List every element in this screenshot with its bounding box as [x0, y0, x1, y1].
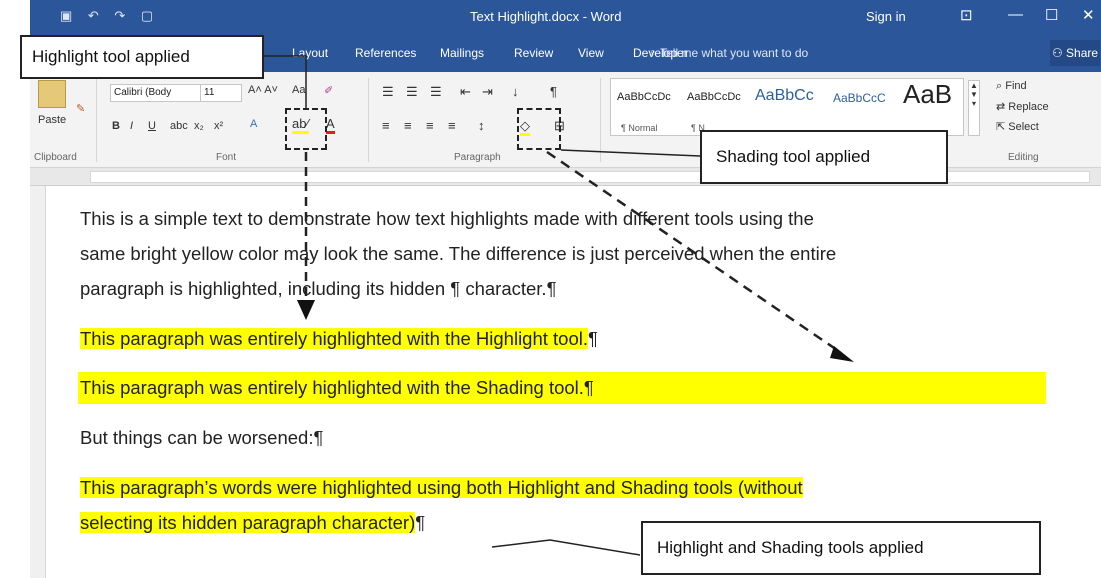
shading-arrowhead	[830, 346, 854, 362]
both-tools-callout-text: Highlight and Shading tools applied	[657, 538, 924, 557]
both-tools-callout: Highlight and Shading tools applied	[641, 521, 1041, 575]
highlight-arrowhead	[297, 300, 315, 320]
highlight-tool-callout-text: Highlight tool applied	[32, 47, 190, 66]
shading-tool-callout: Shading tool applied	[700, 130, 948, 184]
word-window-screenshot: ▣ ↶ ↷ ▢ Text Highlight.docx - Word Sign …	[0, 0, 1101, 578]
annotation-arrows	[263, 55, 854, 556]
highlight-tool-callout: Highlight tool applied	[20, 35, 264, 79]
shading-callout-leader	[560, 149, 701, 157]
both-callout-leader	[491, 539, 641, 556]
shading-tool-callout-text: Shading tool applied	[716, 147, 871, 166]
